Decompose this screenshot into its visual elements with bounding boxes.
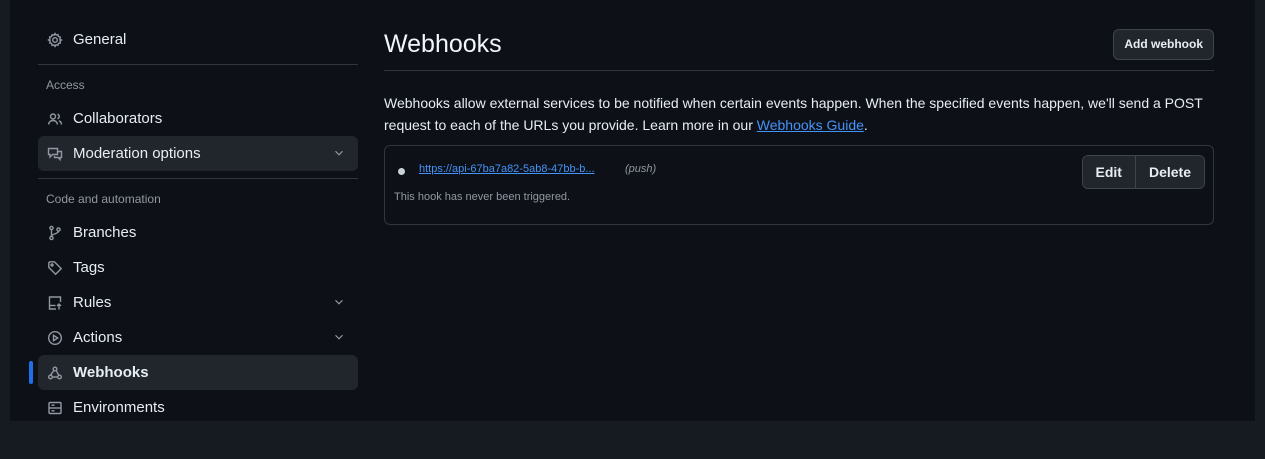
webhook-url-link[interactable]: https://api-67ba7a82-5ab8-47bb-b... [419, 163, 595, 175]
sidebar-item-label: Webhooks [73, 364, 149, 381]
edit-button[interactable]: Edit [1082, 156, 1135, 188]
sidebar-item-actions[interactable]: Actions [38, 320, 358, 355]
sidebar-divider [38, 64, 358, 65]
sidebar-item-label: Rules [73, 294, 112, 311]
webhook-list-item: https://api-67ba7a82-5ab8-47bb-b... (pus… [384, 145, 1214, 225]
webhooks-guide-link[interactable]: Webhooks Guide [757, 117, 864, 133]
add-webhook-button[interactable]: Add webhook [1113, 28, 1214, 60]
sidebar-item-moderation-options[interactable]: Moderation options [38, 136, 358, 171]
webhook-icon [46, 364, 64, 382]
sidebar-item-webhooks[interactable]: Webhooks [29, 355, 358, 390]
git-branch-icon [46, 224, 64, 242]
sidebar-item-label: Tags [73, 259, 105, 276]
sidebar-item-general[interactable]: General [38, 22, 358, 57]
webhook-status-text: This hook has never been triggered. [394, 191, 571, 203]
play-icon [46, 329, 64, 347]
sidebar-item-branches[interactable]: Branches [38, 215, 358, 250]
sidebar-item-label: General [73, 31, 127, 48]
sidebar-section-heading: Access [46, 78, 85, 92]
comment-discussion-icon [46, 145, 64, 163]
status-dot-icon [398, 168, 405, 175]
settings-sidebar: General Access Collaborators Moderation … [29, 22, 358, 421]
webhook-event: (push) [625, 163, 657, 175]
sidebar-section-heading: Code and automation [46, 192, 161, 206]
main-content: Webhooks Add webhook Webhooks allow exte… [384, 26, 1214, 225]
sidebar-divider [38, 178, 358, 179]
chevron-down-icon[interactable] [332, 295, 346, 313]
gear-icon [46, 31, 64, 49]
sidebar-item-environments[interactable]: Environments [38, 390, 358, 421]
sidebar-item-rules[interactable]: Rules [38, 285, 358, 320]
chevron-down-icon[interactable] [332, 146, 346, 164]
settings-page: General Access Collaborators Moderation … [10, 0, 1255, 421]
people-icon [46, 110, 64, 128]
header-divider [384, 70, 1214, 71]
sidebar-item-label: Actions [73, 329, 123, 346]
sidebar-item-label: Collaborators [73, 110, 163, 127]
sidebar-item-tags[interactable]: Tags [38, 250, 358, 285]
sidebar-item-collaborators[interactable]: Collaborators [38, 101, 358, 136]
chevron-down-icon[interactable] [332, 330, 346, 348]
sidebar-item-label: Branches [73, 224, 137, 241]
delete-button[interactable]: Delete [1134, 156, 1204, 188]
tag-icon [46, 259, 64, 277]
repo-push-icon [46, 294, 64, 312]
webhook-actions: Edit Delete [1081, 155, 1205, 189]
description-end: . [863, 117, 868, 133]
page-title: Webhooks [384, 29, 502, 58]
server-icon [46, 399, 64, 417]
sidebar-item-label: Moderation options [73, 145, 201, 162]
page-header: Webhooks Add webhook [384, 26, 1214, 62]
webhooks-description: Webhooks allow external services to be n… [384, 92, 1214, 136]
window-bottom-strip [0, 421, 1265, 459]
sidebar-item-label: Environments [73, 399, 165, 416]
